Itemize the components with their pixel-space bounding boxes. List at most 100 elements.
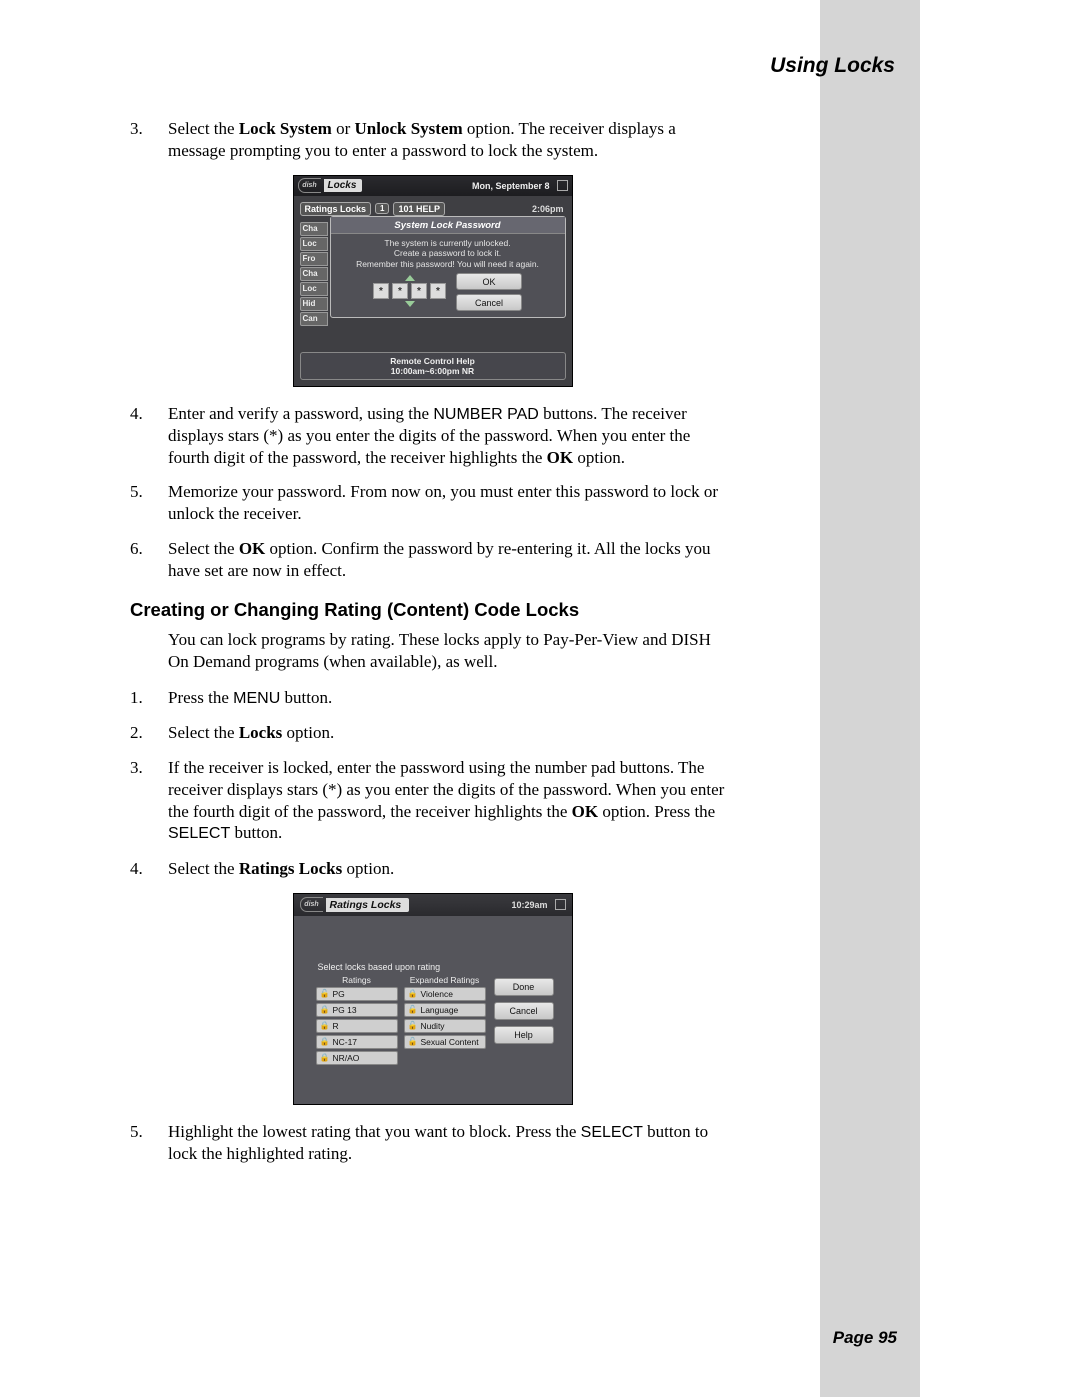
text: Highlight the lowest rating that you wan… bbox=[168, 1122, 581, 1141]
rating-option-r[interactable]: 🔒R bbox=[316, 1019, 398, 1033]
side-tab[interactable]: Hid bbox=[300, 297, 328, 311]
step-3: 3. If the receiver is locked, enter the … bbox=[130, 757, 735, 845]
help-button[interactable]: Help bbox=[494, 1026, 554, 1044]
steps-list-2: 1. Press the MENU button. 2. Select the … bbox=[130, 687, 735, 880]
cancel-button[interactable]: Cancel bbox=[494, 1002, 554, 1020]
label: Nudity bbox=[420, 1021, 444, 1031]
side-tab[interactable]: Loc bbox=[300, 282, 328, 296]
bold-ok: OK bbox=[239, 539, 265, 558]
text: Memorize your password. From now on, you… bbox=[168, 482, 718, 523]
lock-icon: 🔒 bbox=[320, 1037, 330, 1046]
digit-box[interactable]: * bbox=[392, 283, 408, 299]
channel-name: 101 HELP bbox=[393, 202, 445, 216]
footer-line: 10:00am~6:00pm NR bbox=[301, 366, 565, 376]
rating-option-nudity[interactable]: 🔓Nudity bbox=[404, 1019, 486, 1033]
lock-open-icon: 🔓 bbox=[408, 1021, 418, 1030]
text: option. bbox=[282, 723, 334, 742]
digit-box[interactable]: * bbox=[430, 283, 446, 299]
page-footer: Page 95 bbox=[833, 1328, 897, 1348]
calendar-icon bbox=[557, 180, 568, 191]
label: PG 13 bbox=[332, 1005, 356, 1015]
screenshot-system-lock-password: dish Locks Mon, September 8 Ratings Lock… bbox=[293, 175, 573, 387]
bold-unlock-system: Unlock System bbox=[355, 119, 463, 138]
clock-label: 2:06pm bbox=[532, 204, 566, 214]
text: Select the bbox=[168, 539, 239, 558]
ratings-column: Ratings 🔓PG 🔒PG 13 🔒R 🔒NC-17 🔒NR/AO bbox=[316, 975, 398, 1067]
page-header: Using Locks bbox=[770, 54, 895, 78]
lock-icon: 🔒 bbox=[320, 1005, 330, 1014]
bold-locks: Locks bbox=[239, 723, 282, 742]
password-input[interactable]: * * * * bbox=[373, 275, 446, 307]
rating-option-pg13[interactable]: 🔒PG 13 bbox=[316, 1003, 398, 1017]
rating-option-nc17[interactable]: 🔒NC-17 bbox=[316, 1035, 398, 1049]
lock-icon: 🔒 bbox=[408, 989, 418, 998]
ratings-panel: Select locks based upon rating Ratings 🔓… bbox=[316, 962, 486, 1067]
content: 3. Select the Lock System or Unlock Syst… bbox=[130, 118, 735, 1178]
side-tab[interactable]: Cha bbox=[300, 267, 328, 281]
msg-line: The system is currently unlocked. bbox=[337, 238, 559, 249]
rating-option-violence[interactable]: 🔒Violence bbox=[404, 987, 486, 1001]
side-tab[interactable]: Fro bbox=[300, 252, 328, 266]
step-number: 4. bbox=[130, 403, 143, 425]
expanded-column: Expanded Ratings 🔒Violence 🔓Language 🔓Nu… bbox=[404, 975, 486, 1067]
side-tabs: Cha Loc Fro Cha Loc Hid Can bbox=[300, 222, 328, 326]
password-digits: * * * * bbox=[373, 283, 446, 299]
dish-logo: dish bbox=[300, 897, 323, 912]
screen-title: Locks bbox=[324, 179, 363, 192]
label: NC-17 bbox=[332, 1037, 357, 1047]
label: PG bbox=[332, 989, 344, 999]
panel-heading: Select locks based upon rating bbox=[318, 962, 486, 972]
label: Violence bbox=[420, 989, 452, 999]
text: Select the bbox=[168, 723, 239, 742]
button-ref-menu: MENU bbox=[233, 690, 280, 707]
calendar-icon bbox=[555, 899, 566, 910]
done-button[interactable]: Done bbox=[494, 978, 554, 996]
text: or bbox=[332, 119, 355, 138]
dialog-message: The system is currently unlocked. Create… bbox=[331, 234, 565, 274]
lock-open-icon: 🔓 bbox=[408, 1005, 418, 1014]
step-number: 5. bbox=[130, 1121, 143, 1143]
ratings-locks-pill[interactable]: Ratings Locks bbox=[300, 202, 372, 216]
rating-option-pg[interactable]: 🔓PG bbox=[316, 987, 398, 1001]
status-row: Ratings Locks 1 101 HELP 2:06pm bbox=[300, 202, 566, 216]
text: button. bbox=[230, 823, 282, 842]
label: Language bbox=[420, 1005, 458, 1015]
footer-bar: Remote Control Help 10:00am~6:00pm NR bbox=[300, 352, 566, 380]
step-4: 4. Enter and verify a password, using th… bbox=[130, 403, 735, 469]
section-intro: You can lock programs by rating. These l… bbox=[168, 629, 735, 673]
steps-list-2b: 5. Highlight the lowest rating that you … bbox=[130, 1121, 735, 1165]
ok-button[interactable]: OK bbox=[456, 273, 522, 290]
dialog-buttons: OK Cancel bbox=[456, 273, 522, 311]
text: option. Press the bbox=[598, 802, 715, 821]
side-tab[interactable]: Can bbox=[300, 312, 328, 326]
step-3: 3. Select the Lock System or Unlock Syst… bbox=[130, 118, 735, 162]
rating-option-nrao[interactable]: 🔒NR/AO bbox=[316, 1051, 398, 1065]
step-number: 5. bbox=[130, 481, 143, 503]
bold-lock-system: Lock System bbox=[239, 119, 332, 138]
digit-box[interactable]: * bbox=[373, 283, 389, 299]
clock-label: 10:29am bbox=[511, 900, 547, 910]
bold-ok: OK bbox=[547, 448, 573, 467]
lock-icon: 🔒 bbox=[320, 1053, 330, 1062]
text: Enter and verify a password, using the bbox=[168, 404, 433, 423]
side-tab[interactable]: Loc bbox=[300, 237, 328, 251]
bold-ok: OK bbox=[572, 802, 598, 821]
column-header: Expanded Ratings bbox=[404, 975, 486, 985]
rating-option-language[interactable]: 🔓Language bbox=[404, 1003, 486, 1017]
digit-box[interactable]: * bbox=[411, 283, 427, 299]
step-4: 4. Select the Ratings Locks option. bbox=[130, 858, 735, 880]
steps-list-1: 3. Select the Lock System or Unlock Syst… bbox=[130, 118, 735, 162]
right-margin-bar bbox=[820, 0, 920, 1397]
cancel-button[interactable]: Cancel bbox=[456, 294, 522, 311]
label: Sexual Content bbox=[420, 1037, 478, 1047]
date-label: Mon, September 8 bbox=[472, 181, 550, 191]
button-ref-select: SELECT bbox=[581, 1124, 643, 1141]
label: NR/AO bbox=[332, 1053, 359, 1063]
label: R bbox=[332, 1021, 338, 1031]
side-tab[interactable]: Cha bbox=[300, 222, 328, 236]
arrow-down-icon bbox=[405, 301, 415, 307]
step-number: 6. bbox=[130, 538, 143, 560]
title-bar: dish Ratings Locks 10:29am bbox=[294, 894, 572, 916]
lock-icon: 🔒 bbox=[320, 1021, 330, 1030]
rating-option-sexual-content[interactable]: 🔓Sexual Content bbox=[404, 1035, 486, 1049]
